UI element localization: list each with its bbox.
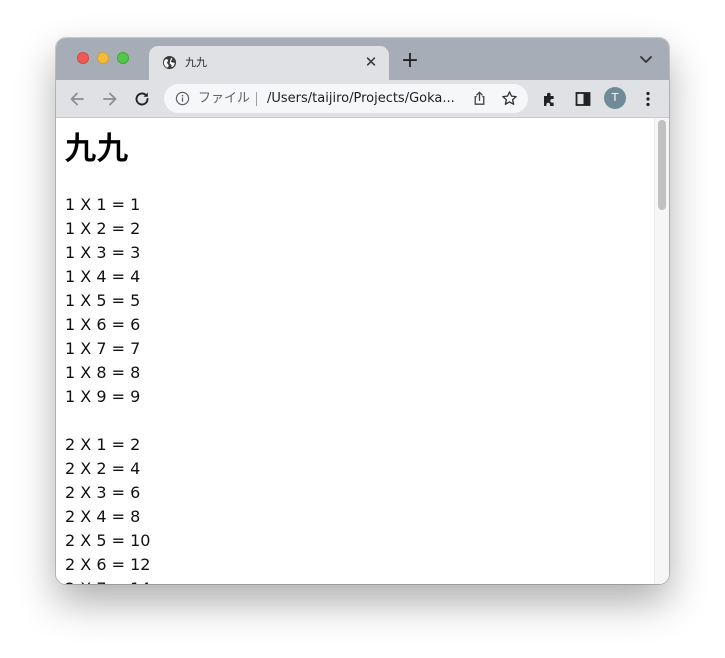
profile-avatar[interactable]: T: [604, 87, 626, 109]
reload-icon[interactable]: [132, 89, 152, 109]
table-line: 2 X 2 = 4: [65, 459, 141, 478]
scrollbar-thumb[interactable]: [658, 120, 666, 210]
table-line: 1 X 7 = 7: [65, 339, 141, 358]
url-text[interactable]: /Users/taijiro/Projects/Goka...: [267, 91, 455, 106]
table-line: 2 X 4 = 8: [65, 507, 141, 526]
back-arrow-icon[interactable]: [67, 89, 87, 109]
close-window-button[interactable]: [77, 52, 89, 64]
table-line: 2 X 3 = 6: [65, 483, 141, 502]
table-line: 2 X 7 = 14: [65, 577, 650, 584]
scheme-label: ファイル: [198, 91, 251, 106]
table-line: 2 X 6 = 12: [65, 555, 151, 574]
info-icon[interactable]: [175, 91, 190, 106]
browser-toolbar: ファイル /Users/taijiro/Projects/Goka... T: [56, 80, 669, 118]
page-title: 九九: [65, 131, 129, 167]
page-viewport[interactable]: 九九 1 X 1 = 11 X 2 = 21 X 3 = 31 X 4 = 41…: [56, 118, 669, 584]
times-table-2: 2 X 1 = 2 2 X 2 = 4 2 X 3 = 6 2 X 4 = 8 2 X …: [65, 433, 650, 584]
share-icon[interactable]: [471, 90, 488, 107]
address-bar[interactable]: ファイル /Users/taijiro/Projects/Goka...: [164, 84, 528, 113]
extensions-puzzle-icon[interactable]: [540, 89, 560, 109]
table-line: 1 X 6 = 6: [65, 315, 141, 334]
vertical-scrollbar[interactable]: [654, 118, 669, 584]
new-tab-button[interactable]: +: [399, 50, 421, 73]
zoom-window-button[interactable]: [117, 52, 129, 64]
star-icon[interactable]: [501, 90, 518, 107]
address-divider: [256, 92, 257, 106]
tab-active[interactable]: 九九 ✕: [149, 46, 389, 80]
more-menu-icon[interactable]: [638, 89, 658, 109]
table-line: 1 X 4 = 4: [65, 267, 141, 286]
side-panel-icon[interactable]: [573, 89, 593, 109]
tab-title: 九九: [185, 56, 207, 69]
table-line: 1 X 2 = 2: [65, 219, 141, 238]
tab-strip: 九九 ✕ +: [56, 38, 669, 80]
chevron-down-icon[interactable]: [638, 54, 654, 66]
table-line: 2 X 1 = 2: [65, 435, 141, 454]
table-line: 2 X 5 = 10: [65, 531, 151, 550]
table-line: 1 X 3 = 3: [65, 243, 141, 262]
forward-arrow-icon[interactable]: [100, 89, 120, 109]
page-content: 九九 1 X 1 = 11 X 2 = 21 X 3 = 31 X 4 = 41…: [65, 118, 650, 584]
globe-icon: [162, 55, 177, 70]
times-table-1: 1 X 1 = 1 1 X 2 = 2 1 X 3 = 3 1 X 4 = 4 1 X …: [65, 193, 650, 409]
tab-close-icon[interactable]: ✕: [362, 53, 380, 71]
table-line: 1 X 1 = 1: [65, 195, 141, 214]
table-line: 1 X 9 = 9: [65, 387, 141, 406]
multiplication-tables: 1 X 1 = 1 1 X 2 = 2 1 X 3 = 3 1 X 4 = 4 1 X …: [65, 193, 650, 584]
table-line: 1 X 5 = 5: [65, 291, 141, 310]
minimize-window-button[interactable]: [97, 52, 109, 64]
browser-window: 九九 ✕ + ファイル /Users/taijiro/Projects/Goka…: [56, 38, 669, 584]
table-line: 1 X 8 = 8: [65, 363, 141, 382]
